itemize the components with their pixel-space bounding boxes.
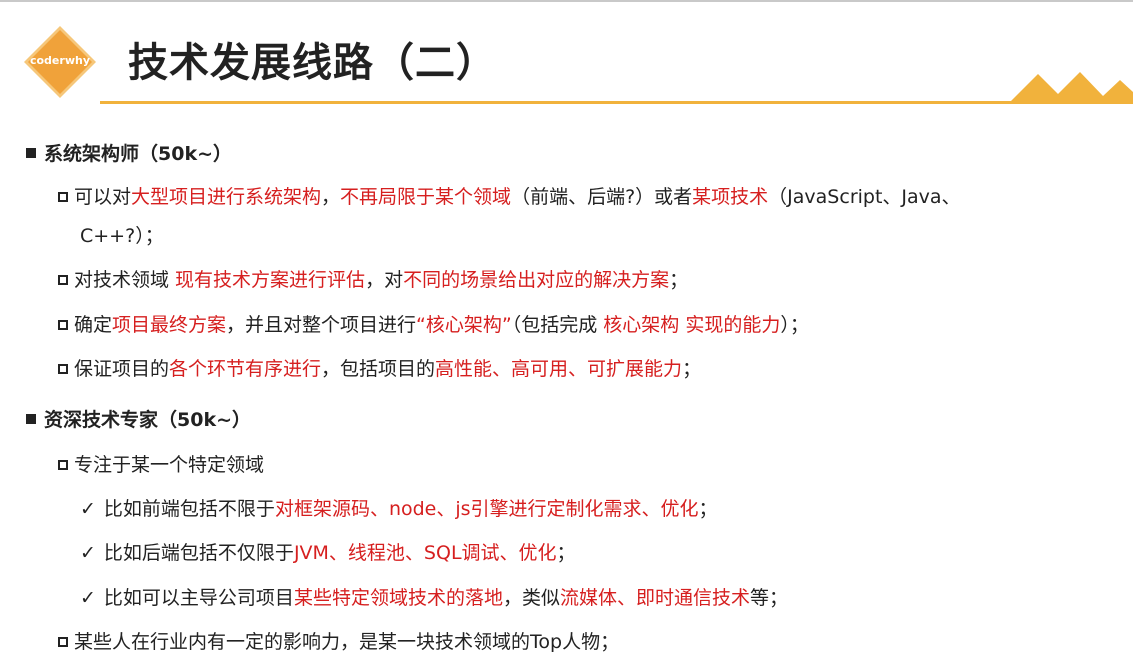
checkbox-bullet-icon [58, 192, 68, 202]
text-run: ； [669, 269, 689, 291]
text-run: （JavaScript、Java、 [768, 186, 961, 208]
highlighted-text: 不同的场景给出对应的解决方案 [403, 269, 670, 291]
sub-list-item: ✓ 比如可以主导公司项目某些特定领域技术的落地，类似流媒体、即时通信技术等； [80, 586, 788, 610]
text-run: 确定 [74, 314, 113, 336]
content-area: 系统架构师（50k~） 可以对大型项目进行系统架构，不再局限于某个领域（前端、后… [0, 0, 1133, 663]
section-heading: 系统架构师（50k~） [26, 142, 232, 166]
section-heading: 资深技术专家（50k~） [26, 408, 251, 432]
checkbox-bullet-icon [58, 275, 68, 285]
text-run: 等； [749, 587, 788, 609]
list-item-continuation: C++?）； [80, 225, 164, 247]
text-run: 专注于某一个特定领域 [74, 454, 265, 476]
checkbox-bullet-icon [58, 364, 68, 374]
text-run: ，并且对整个项目进行 [226, 314, 417, 336]
sub-list-item: ✓ 比如前端包括不限于对框架源码、node、js引擎进行定制化需求、优化； [80, 497, 718, 521]
text-run: 某些人在行业内有一定的影响力，是某一块技术领域的Top人物； [74, 631, 620, 653]
highlighted-text: 对框架源码、node、js引擎进行定制化需求、优化 [274, 498, 699, 520]
highlighted-text: 流媒体、即时通信技术 [559, 587, 750, 609]
list-item: 对技术领域 现有技术方案进行评估，对不同的场景给出对应的解决方案； [58, 268, 688, 292]
sub-list-item-text: 比如可以主导公司项目某些特定领域技术的落地，类似流媒体、即时通信技术等； [104, 587, 788, 609]
highlighted-text: 某些特定领域技术的落地 [293, 587, 503, 609]
list-item: 某些人在行业内有一定的影响力，是某一块技术领域的Top人物； [58, 630, 619, 654]
checkmark-icon: ✓ [80, 587, 96, 609]
checkbox-bullet-icon [58, 320, 68, 330]
text-run: ； [682, 358, 702, 380]
sub-list-item-text: 比如前端包括不限于对框架源码、node、js引擎进行定制化需求、优化； [104, 498, 718, 520]
text-run: ， [321, 186, 341, 208]
slide: coderwhy 技术发展线路（二） 系统架构师（50k~） 可以对大型项目进行… [0, 0, 1133, 663]
section-heading-text: 资深技术专家（50k~） [44, 409, 251, 431]
checkbox-bullet-icon [58, 637, 68, 647]
list-item: 确定项目最终方案，并且对整个项目进行“核心架构”（包括完成 核心架构 实现的能力… [58, 313, 809, 337]
highlighted-text: JVM、线程池、SQL调试、优化 [293, 542, 557, 564]
list-item: 可以对大型项目进行系统架构，不再局限于某个领域（前端、后端?）或者某项技术（Ja… [58, 185, 961, 209]
highlighted-text: “核心架构” [416, 314, 512, 336]
list-item: 保证项目的各个环节有序进行，包括项目的高性能、高可用、可扩展能力； [58, 357, 701, 381]
highlighted-text: 高性能、高可用、可扩展能力 [435, 358, 683, 380]
text-run: 可以对 [74, 186, 132, 208]
list-item: 专注于某一个特定领域 [58, 453, 264, 477]
text-run: ； [698, 498, 718, 520]
list-item-text: 对技术领域 现有技术方案进行评估，对不同的场景给出对应的解决方案； [74, 269, 688, 291]
list-item-text: 确定项目最终方案，并且对整个项目进行“核心架构”（包括完成 核心架构 实现的能力… [74, 314, 809, 336]
checkbox-bullet-icon [58, 460, 68, 470]
highlighted-text: 现有技术方案进行评估 [175, 269, 366, 291]
text-run: ，类似 [502, 587, 560, 609]
text-run: ，包括项目的 [321, 358, 436, 380]
highlighted-text: 项目最终方案 [112, 314, 227, 336]
sub-list-item: ✓ 比如后端包括不仅限于JVM、线程池、SQL调试、优化； [80, 541, 576, 565]
text-run: ，对 [365, 269, 404, 291]
checkmark-icon: ✓ [80, 498, 96, 520]
list-item-text: 某些人在行业内有一定的影响力，是某一块技术领域的Top人物； [74, 631, 619, 653]
text-run: 比如后端包括不仅限于 [103, 542, 294, 564]
text-run: ； [556, 542, 576, 564]
text-run: 对技术领域 [74, 269, 176, 291]
text-run: 比如可以主导公司项目 [103, 587, 294, 609]
highlighted-text: 大型项目进行系统架构 [131, 186, 322, 208]
highlighted-text: 某项技术 [692, 186, 769, 208]
checkmark-icon: ✓ [80, 542, 96, 564]
list-item-text: 可以对大型项目进行系统架构，不再局限于某个领域（前端、后端?）或者某项技术（Ja… [74, 186, 961, 208]
text-run: ）； [780, 314, 809, 336]
text-run: （前端、后端?）或者 [511, 186, 693, 208]
list-item-text: 保证项目的各个环节有序进行，包括项目的高性能、高可用、可扩展能力； [74, 358, 701, 380]
text-run: 比如前端包括不限于 [103, 498, 275, 520]
text-run: 保证项目的 [74, 358, 170, 380]
list-item-text: 专注于某一个特定领域 [74, 454, 264, 476]
text-run: （包括完成 [511, 314, 604, 336]
square-bullet-icon [26, 414, 36, 424]
section-heading-text: 系统架构师（50k~） [44, 143, 232, 165]
highlighted-text: 各个环节有序进行 [169, 358, 322, 380]
sub-list-item-text: 比如后端包括不仅限于JVM、线程池、SQL调试、优化； [104, 542, 576, 564]
highlighted-text: 核心架构 实现的能力 [603, 314, 781, 336]
highlighted-text: 不再局限于某个领域 [340, 186, 512, 208]
square-bullet-icon [26, 148, 36, 158]
